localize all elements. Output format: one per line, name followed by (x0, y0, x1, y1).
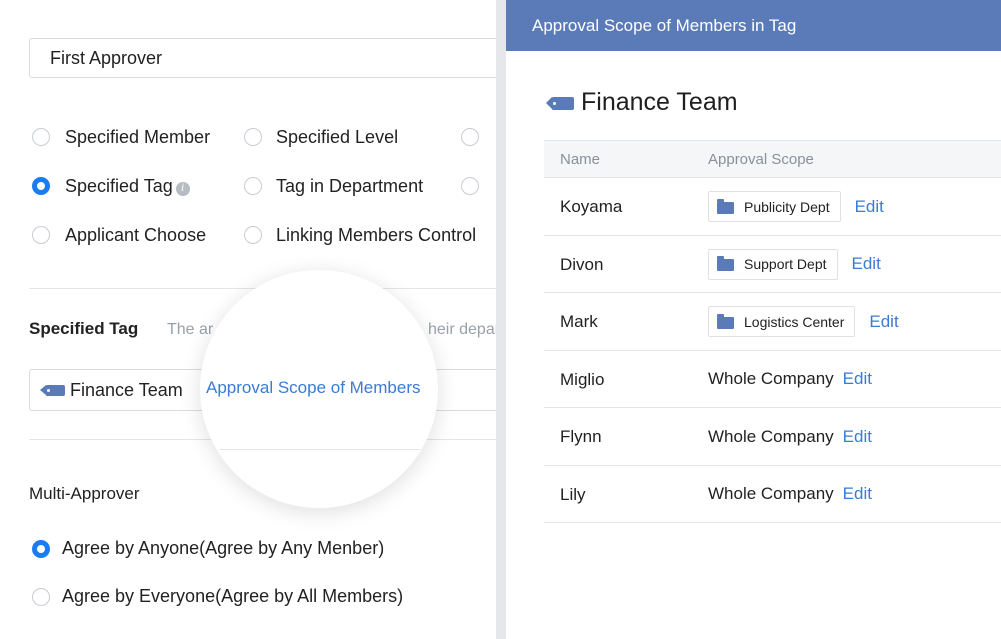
approval-scope-cell: Whole Company Edit (708, 351, 872, 408)
approval-scope-link[interactable]: Approval Scope of Members (206, 378, 421, 398)
approval-scope-cell: Publicity Dept Edit (708, 178, 884, 235)
radio-agree-by-anyone[interactable] (32, 540, 50, 558)
approval-scope-value: Whole Company (708, 426, 834, 446)
table-row: Flynn Whole Company Edit (544, 408, 1001, 466)
radio-agree-by-everyone[interactable] (32, 588, 50, 606)
department-chip: Logistics Center (708, 306, 856, 337)
member-name: Lily (560, 484, 586, 504)
table-row: Divon Support Dept Edit (544, 236, 1001, 293)
radio-specified-level[interactable] (244, 128, 262, 146)
folder-icon (717, 313, 734, 329)
department-name: Publicity Dept (744, 198, 830, 215)
panel-divider (496, 0, 506, 639)
approval-scope-cell: Whole Company Edit (708, 466, 872, 523)
radio-label-agree-by-anyone[interactable]: Agree by Anyone(Agree by Any Menber) (62, 538, 384, 559)
approver-type-field[interactable]: First Approver (29, 38, 496, 78)
edit-link[interactable]: Edit (843, 369, 872, 389)
member-name: Koyama (560, 197, 623, 216)
table-body: Koyama Publicity Dept Edit Divon Support Dep… (544, 178, 1001, 523)
radio-label-linking-members-control[interactable]: Linking Members Control (276, 225, 476, 246)
approval-scope-value: Whole Company (708, 369, 834, 388)
radio-label-tag-in-department[interactable]: Tag in Department (276, 176, 423, 197)
radio-linking-members-control[interactable] (244, 226, 262, 244)
magnifier-divider (220, 449, 420, 450)
specified-tag-text: Specified Tag (65, 176, 173, 196)
multi-approver-heading: Multi-Approver (29, 484, 140, 503)
specified-tag-description-end: heir depar (428, 321, 496, 338)
department-name: Logistics Center (744, 313, 845, 330)
tag-title-text: Finance Team (581, 88, 738, 116)
table-row: Koyama Publicity Dept Edit (544, 178, 1001, 236)
radio-label-specified-level[interactable]: Specified Level (276, 127, 398, 148)
edit-link[interactable]: Edit (852, 254, 881, 274)
column-header-name: Name (560, 151, 601, 168)
radio-specified-member[interactable] (32, 128, 50, 146)
column-header-approval-scope: Approval Scope (708, 151, 814, 168)
table-row: Mark Logistics Center Edit (544, 293, 1001, 351)
department-chip: Support Dept (708, 248, 838, 280)
radio-label-agree-by-everyone[interactable]: Agree by Everyone(Agree by All Members) (62, 586, 403, 607)
radio-tag-in-department[interactable] (244, 177, 262, 195)
magnifier-callout: Approval Scope of Members (200, 270, 438, 508)
approval-scope-cell: Logistics Center Edit (708, 293, 899, 350)
approver-settings-panel: First Approver Specified Member Specifie… (0, 0, 496, 639)
approval-scope-cell: Whole Company Edit (708, 408, 872, 465)
edit-link[interactable]: Edit (843, 427, 872, 447)
radio-applicant-choose[interactable] (32, 226, 50, 244)
folder-icon (717, 198, 734, 214)
tag-icon (40, 385, 65, 396)
edit-link[interactable]: Edit (855, 197, 884, 217)
approval-scope-panel: Approval Scope of Members in Tag Finance… (506, 0, 1001, 639)
approval-scope-cell: Support Dept Edit (708, 236, 881, 293)
table-header: Name Approval Scope (544, 140, 1001, 178)
radio-specified-tag[interactable] (32, 177, 50, 195)
specified-tag-description-start: The ar (167, 321, 214, 338)
radio-label-specified-member[interactable]: Specified Member (65, 127, 210, 148)
panel-header-title: Approval Scope of Members in Tag (532, 16, 797, 35)
radio-label-specified-tag[interactable]: Specified Tag i (65, 176, 190, 197)
department-chip: Publicity Dept (708, 191, 841, 222)
panel-header: Approval Scope of Members in Tag (506, 0, 1001, 51)
edit-link[interactable]: Edit (869, 312, 898, 332)
radio-label-applicant-choose[interactable]: Applicant Choose (65, 225, 206, 246)
member-name: Miglio (560, 369, 605, 389)
edit-link[interactable]: Edit (843, 484, 872, 504)
radio-extra-option[interactable] (461, 128, 479, 146)
member-name: Divon (560, 254, 604, 274)
members-table: Name Approval Scope Koyama Publicity Dept… (544, 140, 1001, 523)
folder-icon (717, 256, 734, 271)
table-row: Lily Whole Company Edit (544, 466, 1001, 523)
department-name: Support Dept (744, 256, 827, 272)
selected-tag-name: Finance Team (70, 380, 183, 400)
member-name: Mark (560, 312, 598, 331)
specified-tag-heading: Specified Tag (29, 319, 139, 338)
radio-extra-option-2[interactable] (461, 177, 479, 195)
tag-icon (546, 97, 574, 110)
approval-scope-value: Whole Company (708, 484, 834, 503)
member-name: Flynn (560, 427, 602, 446)
info-icon[interactable]: i (175, 182, 190, 196)
table-row: Miglio Whole Company Edit (544, 351, 1001, 408)
